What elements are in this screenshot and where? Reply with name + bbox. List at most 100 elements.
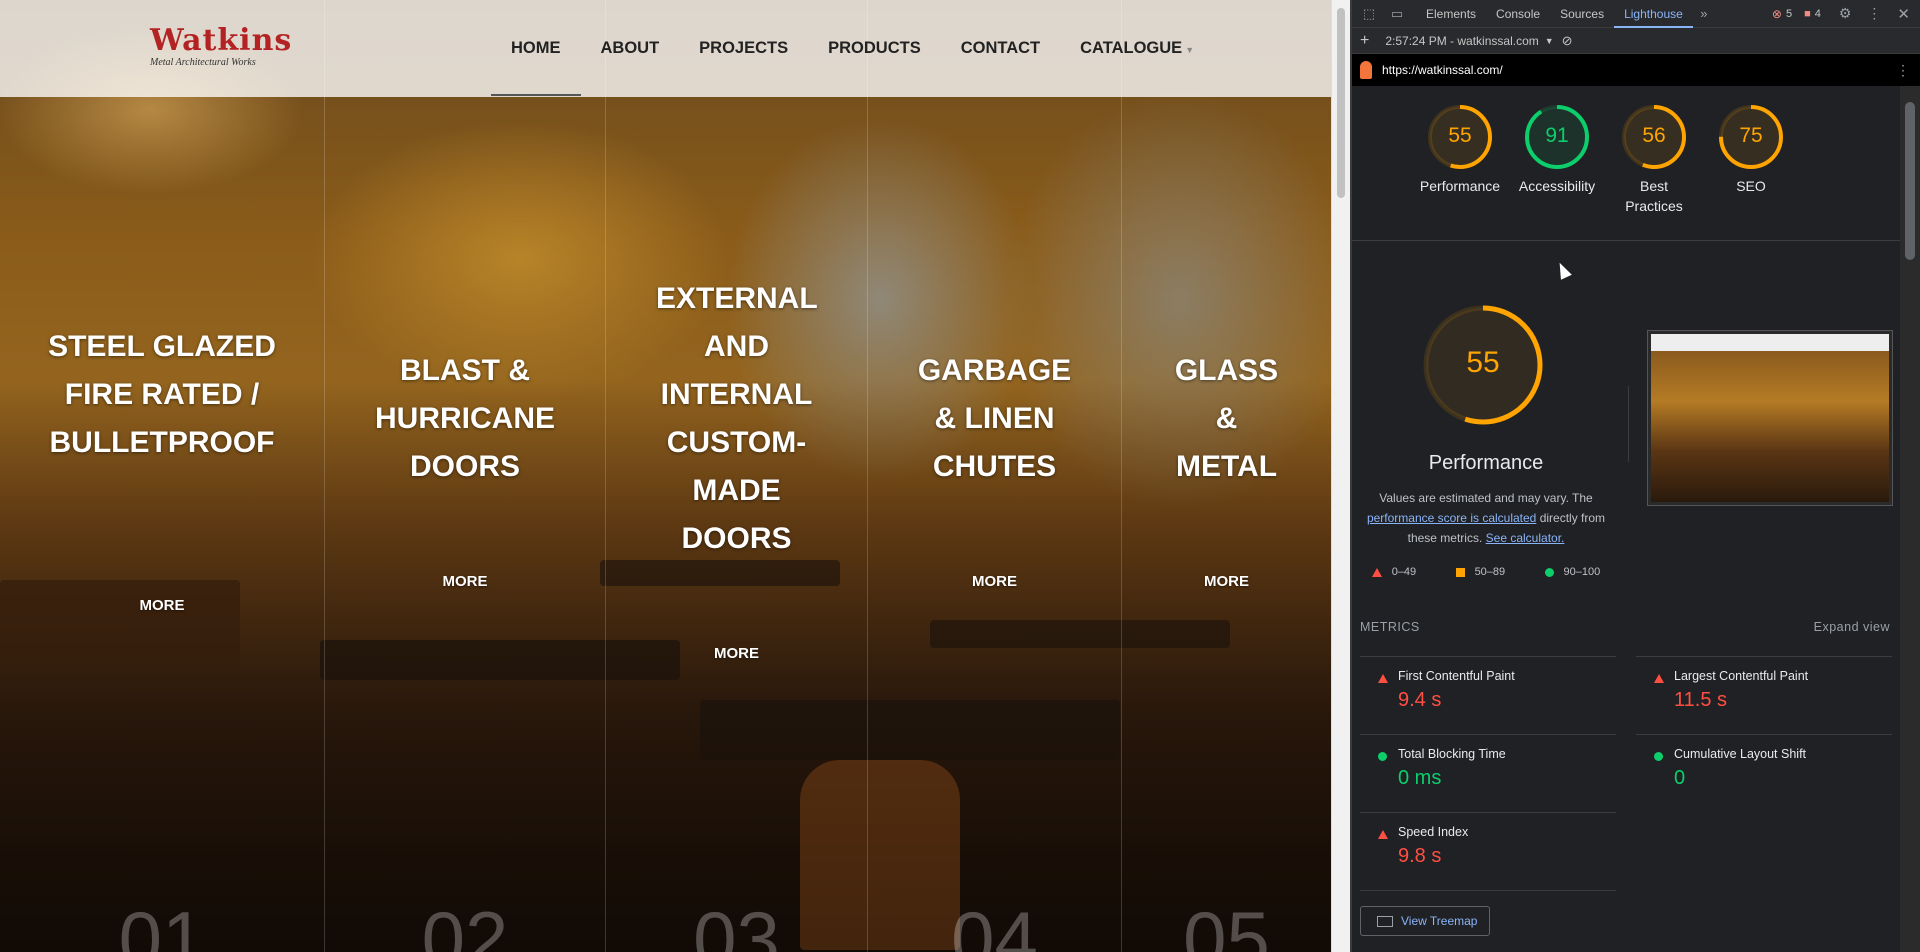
view-treemap-button[interactable]: View Treemap (1360, 906, 1491, 936)
lighthouse-toolbar: + 2:57:24 PM - watkinssal.com ▼ ⊘ (1352, 28, 1920, 54)
logo-wordmark: Watkins (150, 23, 293, 58)
scrollbar-thumb[interactable] (1337, 8, 1345, 198)
page-scrollbar[interactable] (1331, 0, 1350, 952)
fail-triangle-icon (1654, 674, 1664, 683)
metrics-header: METRICS Expand view (1360, 620, 1890, 634)
error-count[interactable]: 5 (1786, 8, 1792, 20)
metric-cls[interactable]: Cumulative Layout Shift 0 (1636, 734, 1892, 790)
metric-value: 0 ms (1398, 767, 1442, 789)
average-square-icon (1455, 567, 1465, 577)
more-link[interactable]: MORE (0, 597, 324, 614)
tab-elements[interactable]: Elements (1416, 0, 1486, 28)
more-link[interactable]: MORE (1122, 573, 1331, 590)
clear-reports-icon[interactable]: ⊘ (1562, 33, 1573, 49)
expand-view-toggle[interactable]: Expand view (1814, 620, 1890, 634)
score-gauge-seo[interactable]: 75 SEO (1696, 104, 1806, 196)
performance-score: 55 (1466, 346, 1500, 379)
more-link[interactable]: MORE (325, 573, 605, 590)
column-number: 04 (951, 895, 1038, 952)
score-label: SEO (1736, 178, 1766, 194)
chevron-down-icon[interactable]: ▼ (1545, 36, 1554, 46)
score-value: 56 (1642, 124, 1666, 147)
new-report-icon[interactable]: + (1360, 32, 1369, 50)
nav-contact[interactable]: CONTACT (941, 0, 1060, 97)
performance-description: Values are estimated and may vary. The p… (1352, 488, 1620, 548)
divider (1360, 890, 1616, 891)
treemap-icon (1377, 916, 1393, 927)
nav-projects[interactable]: PROJECTS (679, 0, 808, 97)
report-menu-icon[interactable]: ⋮ (1896, 62, 1910, 79)
performance-title: Performance (1428, 452, 1544, 474)
metric-value: 9.4 s (1398, 689, 1442, 711)
score-label: Best Practices (1625, 178, 1683, 214)
lighthouse-logo-icon (1360, 61, 1372, 79)
metric-value: 9.8 s (1398, 845, 1442, 867)
score-label: Performance (1419, 178, 1501, 194)
performance-gauge-large: 55 (1422, 304, 1544, 426)
score-value: 55 (1448, 124, 1472, 147)
pass-circle-icon (1544, 567, 1554, 577)
metric-fcp[interactable]: First Contentful Paint 9.4 s (1360, 656, 1616, 712)
score-calculated-link[interactable]: performance score is calculated (1367, 511, 1536, 525)
main-nav: HOME ABOUT PROJECTS PRODUCTS CONTACT CAT… (491, 0, 1214, 97)
legend-pass: 90–100 (1563, 566, 1601, 578)
nav-products[interactable]: PRODUCTS (808, 0, 941, 97)
scrollbar-thumb[interactable] (1905, 102, 1915, 260)
nav-home[interactable]: HOME (491, 0, 581, 97)
metric-lcp[interactable]: Largest Contentful Paint 11.5 s (1636, 656, 1892, 712)
metric-name: Speed Index (1398, 825, 1469, 839)
legend-average: 50–89 (1474, 566, 1506, 578)
metric-speed-index[interactable]: Speed Index 9.8 s (1360, 812, 1616, 868)
pass-circle-icon (1654, 752, 1663, 761)
report-selector[interactable]: 2:57:24 PM - watkinssal.com (1385, 34, 1538, 48)
metric-name: Cumulative Layout Shift (1674, 747, 1807, 761)
tab-console[interactable]: Console (1486, 0, 1550, 28)
metrics-title: METRICS (1360, 620, 1420, 634)
logo-tagline: Metal Architectural Works (150, 57, 256, 68)
devtools-panel: ⬚ ▭ Elements Console Sources Lighthouse … (1352, 0, 1920, 952)
score-gauge-accessibility[interactable]: 91 Accessibility (1502, 104, 1612, 196)
nav-about[interactable]: ABOUT (581, 0, 680, 97)
product-column-4[interactable]: GARBAGE & LINEN CHUTES MORE 04 (868, 0, 1122, 952)
legend-fail: 0–49 (1391, 566, 1417, 578)
desc-text: Values are estimated and may vary. The (1379, 491, 1593, 505)
more-link[interactable]: MORE (868, 573, 1121, 590)
report-url[interactable]: https://watkinssal.com/ (1382, 63, 1503, 77)
see-calculator-link[interactable]: See calculator. (1486, 531, 1565, 545)
metric-tbt[interactable]: Total Blocking Time 0 ms (1360, 734, 1616, 790)
tab-sources[interactable]: Sources (1550, 0, 1614, 28)
kebab-menu-icon[interactable]: ⋮ (1867, 5, 1881, 22)
metric-value: 0 (1674, 767, 1686, 789)
product-column-3[interactable]: EXTERNAL AND INTERNAL CUSTOM-MADE DOORS … (606, 0, 868, 952)
devtools-tabbar: ⬚ ▭ Elements Console Sources Lighthouse … (1352, 0, 1920, 28)
devtools-scrollbar[interactable] (1900, 86, 1920, 952)
close-icon[interactable]: ✕ (1897, 5, 1910, 23)
final-screenshot-thumbnail[interactable] (1647, 330, 1893, 506)
column-number: 02 (421, 895, 509, 952)
product-column-1[interactable]: STEEL GLAZED FIRE RATED / BULLETPROOF MO… (0, 0, 325, 952)
column-number: 05 (1183, 895, 1270, 952)
tab-lighthouse[interactable]: Lighthouse (1614, 0, 1693, 28)
nav-catalogue-label: CATALOGUE (1080, 39, 1183, 57)
lighthouse-report: 55 Performance 91 Accessibility 56 Best … (1352, 86, 1900, 952)
column-title: STEEL GLAZED FIRE RATED / BULLETPROOF (48, 330, 276, 459)
score-legend: 0–49 50–89 90–100 (1352, 566, 1620, 578)
error-icon[interactable]: ⊗ (1772, 7, 1782, 21)
score-gauge-best-practices[interactable]: 56 Best Practices (1599, 104, 1709, 216)
site-logo[interactable]: Watkins Metal Architectural Works (150, 23, 293, 69)
nav-catalogue[interactable]: CATALOGUE ▼ (1060, 0, 1214, 97)
product-column-5[interactable]: GLASS & METAL MORE 05 (1122, 0, 1331, 952)
inspect-element-icon[interactable]: ⬚ (1360, 6, 1378, 22)
device-toolbar-icon[interactable]: ▭ (1388, 6, 1406, 22)
column-title: BLAST & HURRICANE DOORS (375, 354, 555, 483)
product-column-2[interactable]: BLAST & HURRICANE DOORS MORE 02 (325, 0, 606, 952)
score-gauge-performance[interactable]: 55 Performance (1405, 104, 1515, 196)
settings-gear-icon[interactable]: ⚙ (1839, 5, 1852, 22)
metric-value: 11.5 s (1674, 689, 1727, 711)
warning-icon[interactable]: ■ (1804, 8, 1811, 20)
more-link[interactable]: MORE (606, 645, 867, 662)
column-number: 01 (118, 895, 206, 952)
column-title: GARBAGE & LINEN CHUTES (917, 354, 1072, 483)
more-tabs-icon[interactable]: » (1695, 6, 1713, 22)
warning-count[interactable]: 4 (1815, 8, 1821, 20)
